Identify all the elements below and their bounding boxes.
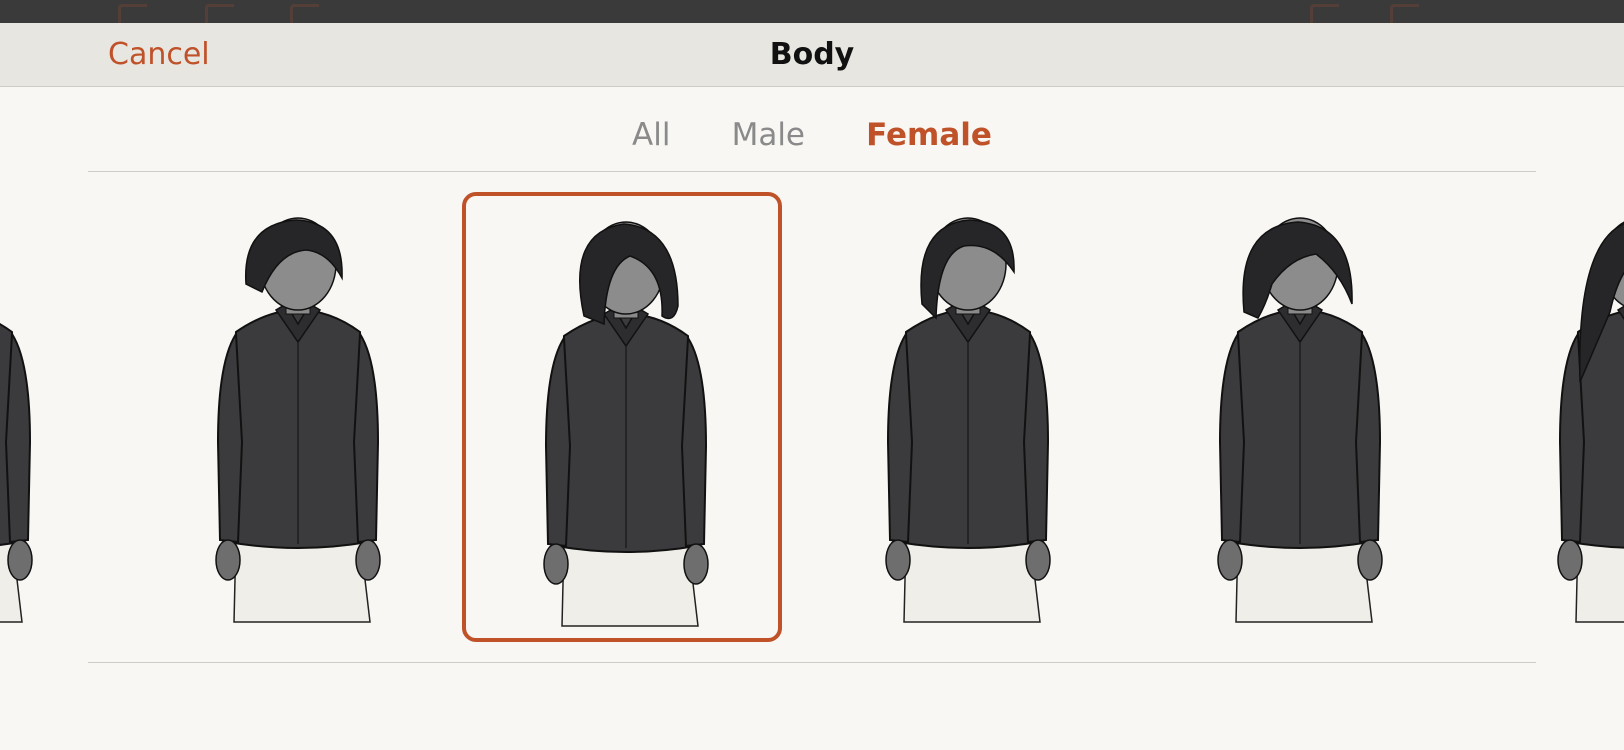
top-toolbar-strip [0, 0, 1624, 23]
body-figure [1557, 221, 1624, 623]
pants-shape [561, 540, 699, 627]
pants-shape [233, 536, 371, 623]
tab-male[interactable]: Male [732, 110, 805, 160]
body-option-female-3[interactable] [808, 192, 1128, 642]
body-carousel[interactable] [0, 172, 1624, 662]
right-arm-shape [1022, 330, 1050, 544]
share-icon [1390, 4, 1419, 23]
left-arm-shape [886, 330, 914, 544]
right-hand-shape [355, 539, 381, 581]
tab-female[interactable]: Female [866, 110, 992, 160]
right-hand-shape [1025, 539, 1051, 581]
right-hand-shape [683, 543, 709, 585]
right-hand-shape [1357, 539, 1383, 581]
left-arm-shape [1218, 330, 1246, 544]
left-hand-shape [1557, 539, 1583, 581]
redo-icon [290, 4, 319, 23]
left-hand-shape [885, 539, 911, 581]
right-hand-shape [7, 539, 33, 581]
left-arm-shape [544, 334, 572, 548]
left-hand-shape [1217, 539, 1243, 581]
body-figure [1217, 217, 1383, 623]
body-option-female-2[interactable] [462, 192, 782, 642]
right-arm-shape [1354, 330, 1382, 544]
body-figure [0, 323, 33, 623]
pants-shape [1235, 536, 1373, 623]
left-hand-shape [543, 543, 569, 585]
header-bar: Cancel Body [0, 23, 1624, 87]
left-hand-shape [215, 539, 241, 581]
undo-icon [205, 4, 234, 23]
body-figure [543, 221, 709, 627]
left-arm-shape [216, 330, 244, 544]
body-option-female-1[interactable] [138, 192, 458, 642]
body-figure [215, 217, 381, 623]
body-option-female-4[interactable] [1140, 192, 1460, 642]
body-figure [885, 217, 1051, 623]
pants-shape [903, 536, 1041, 623]
pen-icon [1310, 4, 1339, 23]
chevron-left-icon [118, 4, 147, 23]
pants-shape [1575, 536, 1624, 623]
page-title: Body [769, 37, 855, 72]
gender-tabs: All Male Female [0, 110, 1624, 160]
body-option-female-5[interactable] [1480, 192, 1624, 642]
right-arm-shape [352, 330, 380, 544]
right-arm-shape [4, 330, 32, 544]
body-option-female-0[interactable] [0, 192, 110, 642]
tab-all[interactable]: All [632, 110, 670, 160]
right-arm-shape [680, 334, 708, 548]
divider-bottom [88, 662, 1536, 663]
